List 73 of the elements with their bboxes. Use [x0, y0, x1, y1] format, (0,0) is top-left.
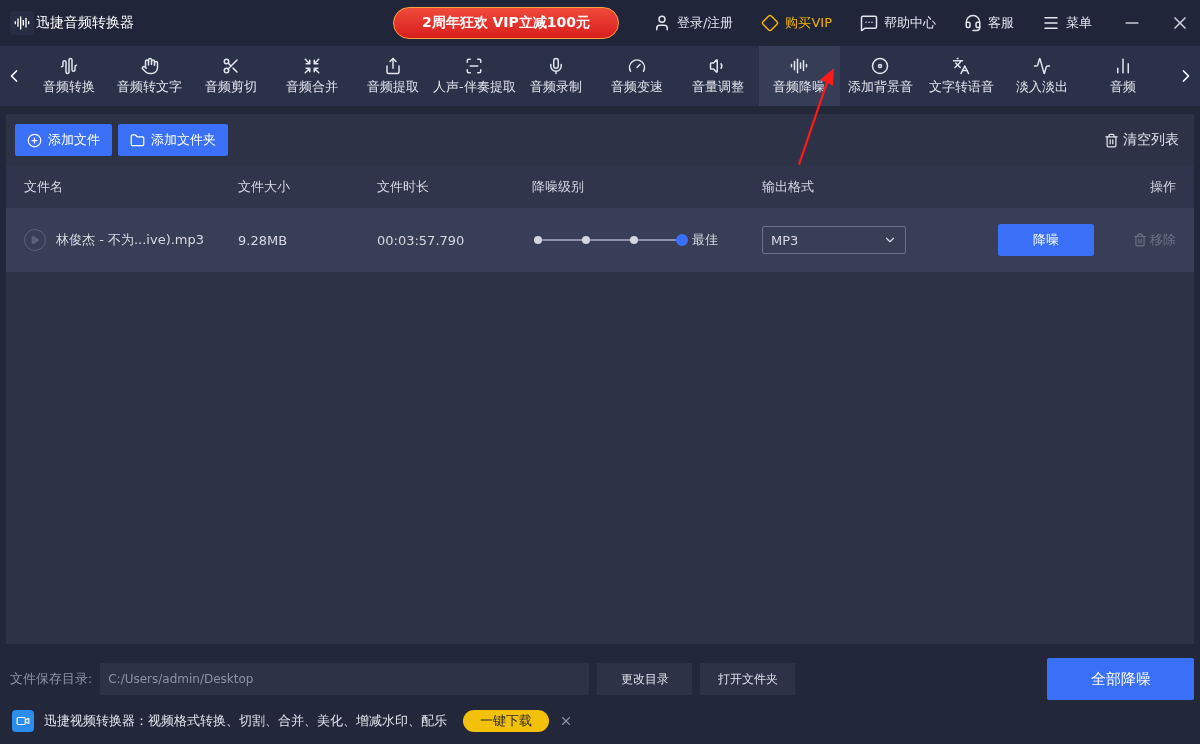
waveform-icon: [59, 56, 78, 75]
tool-tab[interactable]: 音量调整: [677, 46, 759, 106]
nav-link[interactable]: 登录/注册: [653, 14, 734, 32]
save-path-field[interactable]: C:/Users/admin/Desktop: [100, 663, 590, 695]
tool-tab[interactable]: 音频降噪: [758, 46, 840, 106]
add-file-button[interactable]: 添加文件: [15, 124, 112, 156]
download-button[interactable]: 一键下载: [463, 710, 549, 732]
tool-tab[interactable]: 添加背景音: [839, 46, 921, 106]
add-folder-button[interactable]: 添加文件夹: [118, 124, 228, 156]
tool-tab[interactable]: 音频提取: [352, 46, 433, 106]
nav-link[interactable]: 购买VIP: [761, 14, 832, 32]
audio-lines-icon: [790, 56, 808, 75]
tool-tab[interactable]: 音频转换: [28, 46, 109, 106]
tool-tab[interactable]: 人声-伴奏提取: [433, 46, 516, 106]
translate-icon: [952, 56, 970, 75]
save-directory-label: 文件保存目录:: [10, 670, 93, 688]
tool-tab[interactable]: 淡入淡出: [1001, 46, 1083, 106]
slider-step[interactable]: [630, 236, 638, 244]
nav-link[interactable]: 菜单: [1042, 14, 1092, 32]
format-dropdown[interactable]: MP3: [762, 226, 906, 254]
gauge-icon: [628, 56, 646, 75]
headset-icon: [964, 14, 982, 32]
column-header: 输出格式: [762, 178, 814, 196]
tool-tab[interactable]: 文字转语音: [920, 46, 1002, 106]
microphone-icon: [547, 56, 565, 75]
plus-icon: [27, 132, 42, 148]
noise-level-slider[interactable]: [532, 233, 686, 247]
scan-icon: [465, 56, 484, 75]
chat-icon: [860, 14, 878, 32]
tool-tab[interactable]: 音频: [1082, 46, 1164, 106]
tool-tab[interactable]: 音频转文字: [109, 46, 190, 106]
column-header: 文件大小: [238, 178, 290, 196]
activity-icon: [1033, 56, 1051, 75]
file-size: 9.28MB: [238, 232, 289, 248]
column-header: 文件时长: [377, 178, 429, 196]
video-app-icon: [12, 710, 34, 732]
trash-icon: [1104, 132, 1119, 148]
change-directory-button[interactable]: 更改目录: [597, 663, 693, 695]
slider-thumb[interactable]: [676, 234, 688, 246]
ad-text: 迅捷视频转换器：视频格式转换、切割、合并、美化、增减水印、配乐: [44, 712, 447, 730]
hand-icon: [140, 56, 159, 75]
nav-link[interactable]: 帮助中心: [860, 14, 936, 32]
diamond-icon: [761, 14, 780, 32]
column-header: 降噪级别: [532, 178, 584, 196]
file-name: 林俊杰 - 不为...ive).mp3: [56, 231, 205, 249]
tool-tab[interactable]: 音频剪切: [190, 46, 271, 106]
close-icon[interactable]: [559, 714, 573, 728]
promo-banner[interactable]: 2周年狂欢 VIP立减100元: [392, 7, 620, 39]
folder-icon: [130, 132, 145, 148]
file-duration: 00:03:57.790: [377, 232, 466, 248]
play-icon: [30, 235, 40, 245]
denoise-all-button[interactable]: 全部降噪: [1047, 658, 1194, 700]
trash-icon: [1133, 233, 1147, 247]
open-folder-button[interactable]: 打开文件夹: [700, 663, 796, 695]
noise-level-label: 最佳: [692, 231, 718, 249]
app-title: 迅捷音频转换器: [36, 14, 134, 32]
column-header: 操作: [1150, 178, 1176, 196]
menu-icon: [1042, 14, 1060, 32]
tool-tab[interactable]: 音频录制: [515, 46, 597, 106]
tool-tab[interactable]: 音频合并: [271, 46, 352, 106]
column-header: 文件名: [24, 178, 63, 196]
nav-link[interactable]: 客服: [964, 14, 1014, 32]
shrink-icon: [302, 56, 321, 75]
clear-list-button[interactable]: 清空列表: [1098, 130, 1185, 150]
upload-icon: [383, 56, 402, 75]
app-logo-icon: [10, 11, 34, 35]
slider-step[interactable]: [534, 236, 542, 244]
scissors-icon: [221, 56, 240, 75]
denoise-button[interactable]: 降噪: [998, 224, 1094, 256]
disc-icon: [871, 56, 889, 75]
tool-tab[interactable]: 音频变速: [596, 46, 678, 106]
slider-step[interactable]: [582, 236, 590, 244]
bar-chart-icon: [1114, 56, 1132, 75]
